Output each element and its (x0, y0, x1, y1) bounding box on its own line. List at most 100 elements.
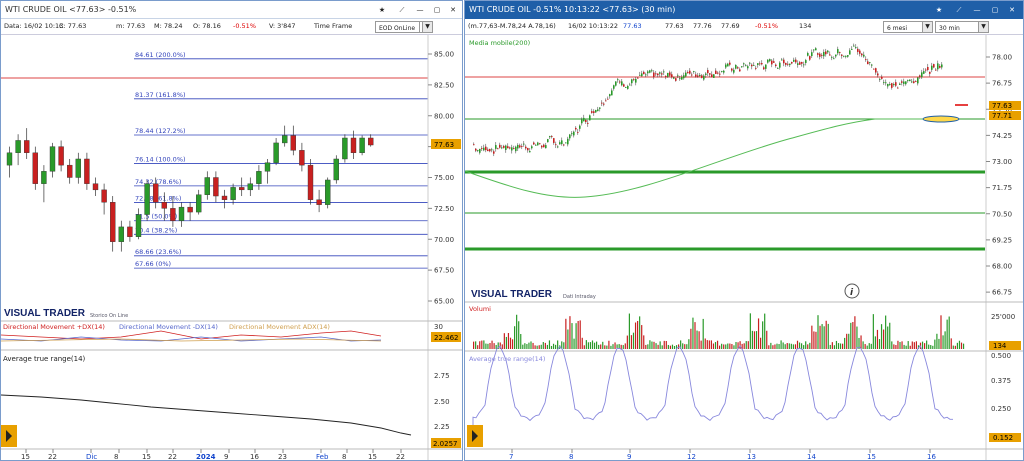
candle-body (611, 90, 613, 96)
volume-bar (477, 345, 479, 349)
timeframe-value: EOD OnLine (379, 25, 416, 32)
candle-body (537, 142, 539, 146)
candle-body (573, 131, 575, 136)
minimize-icon[interactable]: — (412, 2, 428, 18)
candle-body (769, 59, 771, 62)
maximize-icon[interactable]: ▢ (987, 2, 1003, 18)
candle-body (729, 62, 731, 65)
time-axis-label: 23 (278, 453, 287, 460)
volume-bar (940, 315, 942, 349)
draw-line-icon[interactable]: ⟋ (394, 2, 410, 18)
minimize-icon[interactable]: — (969, 2, 985, 18)
volume-bar (585, 340, 587, 349)
volume-bar (557, 340, 559, 349)
interval-select[interactable]: 30 min ▼ (935, 21, 989, 33)
candle-body (515, 146, 517, 152)
close-icon[interactable]: ✕ (1004, 2, 1020, 18)
last-price-label: 77.63 (434, 141, 454, 149)
candle-body (817, 53, 819, 55)
candle-body (368, 137, 374, 146)
candle-body (583, 117, 585, 122)
volume-bar (634, 322, 637, 349)
draw-line-icon[interactable]: ⟋ (951, 2, 967, 18)
daily-chart-canvas[interactable]: 84.61 (200.0%) 81.37 (161.8%) 78.44 (127.2… (1, 35, 462, 460)
volume-bar (612, 344, 614, 349)
volume-bar (956, 342, 958, 349)
candle-body (807, 53, 809, 56)
candle-body (897, 87, 899, 89)
period-select[interactable]: 6 mesi ▼ (883, 21, 933, 33)
candle-body (633, 79, 635, 81)
star-icon[interactable]: ★ (931, 2, 947, 18)
volume-bar (596, 341, 598, 349)
candle-body (549, 136, 551, 138)
maximize-icon[interactable]: ▢ (429, 2, 445, 18)
volume-bar (774, 344, 776, 349)
price-axis-label: 76.75 (992, 80, 1012, 88)
volume-bar (526, 344, 528, 349)
time-axis-label: 22 (396, 453, 405, 460)
candle-body (75, 158, 82, 178)
last-price-label-2: 77.71 (992, 112, 1012, 120)
daily-chart-window[interactable]: WTI CRUDE OIL <77.63> -0.51% ★ ⟋ — ▢ ✕ D… (0, 0, 463, 461)
candle-body (533, 142, 535, 145)
time-axis-label: 16 (250, 453, 259, 460)
volume-bar (735, 342, 737, 349)
fib-label: 81.37 (161.8%) (135, 91, 186, 99)
intraday-chart-window[interactable]: WTI CRUDE OIL -0.51% 10:13:22 <77.63> (3… (464, 0, 1024, 461)
candle-body (645, 74, 647, 76)
price-axis-label: 72.50 (434, 205, 454, 213)
volume-bar (866, 345, 868, 349)
time-axis-label: 15 (21, 453, 30, 460)
time-axis-label: 8 (114, 453, 118, 460)
volume-bar (954, 345, 956, 349)
volume-bar (630, 335, 633, 349)
volume-bar (505, 336, 507, 349)
volume-bar (899, 342, 901, 349)
volume-bar (602, 341, 604, 349)
volume-bar (481, 340, 483, 349)
volume-bar (665, 340, 667, 349)
fib-label: 68.66 (23.6%) (135, 248, 181, 256)
candle-body (881, 77, 883, 79)
candle-body (575, 127, 577, 130)
volume-bar (790, 343, 792, 349)
price-axis: 85.0082.5080.0077.5075.0072.5070.0067.50… (428, 51, 454, 306)
candle-body (503, 146, 505, 148)
brand-logo: VISUAL TRADER (4, 308, 86, 319)
timeframe-dropdown-button[interactable]: ▼ (419, 21, 433, 33)
candle-body (631, 79, 633, 84)
close-icon[interactable]: ✕ (445, 2, 461, 18)
time-axis-label: 14 (807, 453, 816, 460)
volume-bar (760, 337, 762, 349)
volume-bar (772, 345, 774, 349)
candle-body (909, 79, 911, 82)
volume-bar (766, 330, 768, 349)
volume-bar (643, 335, 645, 349)
candle-body (178, 206, 185, 221)
volume-bar (762, 321, 764, 349)
volume-bar (723, 344, 725, 349)
candle-body (603, 103, 605, 105)
candle-body (911, 81, 913, 83)
candle-body (793, 59, 795, 62)
candle-body (621, 81, 623, 86)
volume-bar (589, 342, 592, 349)
candle-body (771, 60, 773, 65)
volume-bar (491, 340, 493, 349)
volume-bar (880, 324, 883, 349)
candle-body (853, 45, 855, 47)
intraday-chart-canvas[interactable]: Media mobile(200) 78.0076.7575.5074.2573… (465, 35, 1023, 460)
highlight-marker (922, 115, 960, 123)
candle-body (877, 73, 879, 76)
quote-date: Data: 16/02 10:13 (4, 22, 64, 30)
candle-body (727, 63, 729, 67)
candle-body (316, 199, 322, 205)
candle-body (883, 82, 885, 84)
candle-body (161, 201, 168, 209)
star-icon[interactable]: ★ (374, 2, 390, 18)
time-axis-label: Feb (316, 453, 329, 460)
volume-bar (669, 345, 671, 349)
volume-bar (696, 330, 698, 349)
volume-bar (626, 335, 628, 349)
